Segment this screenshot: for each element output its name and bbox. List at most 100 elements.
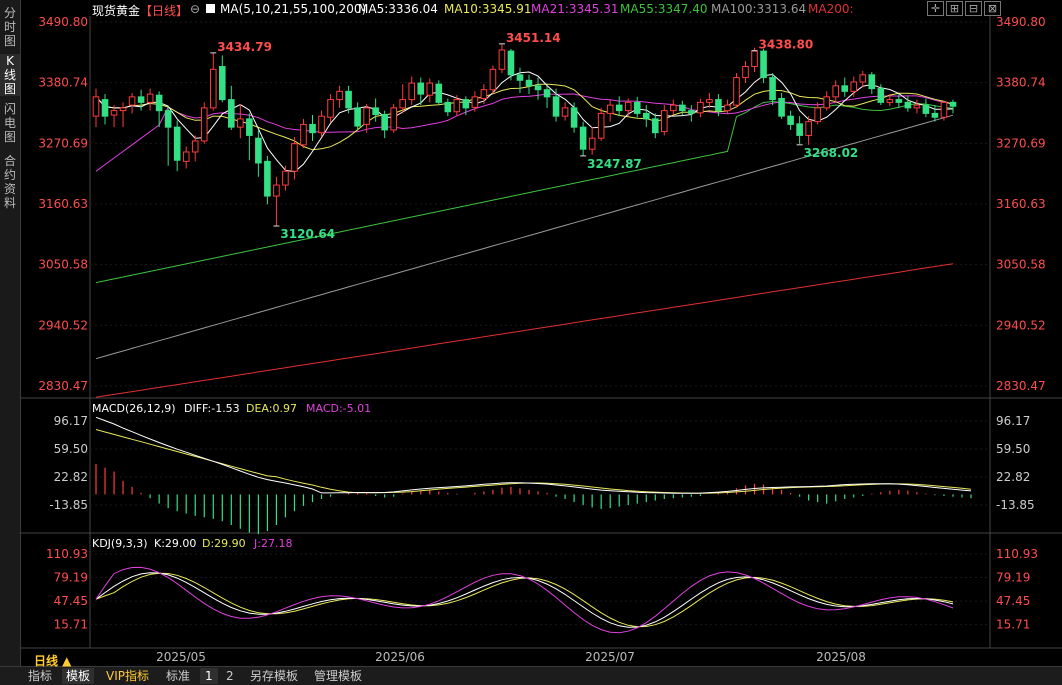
ma55-line <box>95 100 954 284</box>
candle-body <box>435 83 443 103</box>
candle-body <box>606 104 614 114</box>
candle-body <box>859 74 867 83</box>
tab-vip-indicator[interactable]: VIP指标 <box>106 668 149 684</box>
macd-tick-label-right: -13.85 <box>996 498 1035 512</box>
candle-body <box>877 88 885 103</box>
candle-body <box>661 110 668 133</box>
candle-body <box>733 77 740 106</box>
low-price-label: 3268.02 <box>804 146 859 160</box>
candle-body <box>832 85 840 98</box>
candle-body <box>182 151 190 162</box>
macd-dea: DEA:0.97 <box>246 402 297 415</box>
candle-body <box>273 184 280 197</box>
candle-body <box>255 137 262 164</box>
macd-tick-label-right: 59.50 <box>996 442 1030 456</box>
candle-body <box>814 107 821 123</box>
candle-body <box>679 104 686 112</box>
kdj-tick-label-right: 47.45 <box>996 594 1030 608</box>
candle-body <box>552 96 560 117</box>
candle-body <box>408 82 416 101</box>
candle-body <box>895 99 903 103</box>
candle-body <box>805 121 812 136</box>
macd-tick-label-right: 96.17 <box>996 414 1030 428</box>
candle-body <box>191 140 199 153</box>
zoom-in-icon[interactable]: ⊞ <box>946 1 963 16</box>
candle-body <box>670 104 677 112</box>
high-price-label: 3434.79 <box>217 40 272 54</box>
candle-body <box>651 118 659 134</box>
kdj-tick-label-left: 47.45 <box>54 594 88 608</box>
candle-body <box>715 99 722 112</box>
candle-body <box>579 126 587 150</box>
price-tick-label-left: 3160.63 <box>38 197 88 211</box>
price-tick-label-right: 2940.52 <box>996 318 1046 332</box>
bottom-toolbar: 日线 ▲ 指标 模板 VIP指标 标准 1 2 另存模板 管理模板 <box>0 654 1062 685</box>
manage-template-button[interactable]: 管理模板 <box>314 668 362 684</box>
low-price-label: 3120.64 <box>280 227 335 241</box>
candle-body <box>706 99 713 103</box>
candle-body <box>688 110 695 114</box>
candle-body <box>543 89 551 98</box>
ma-label: MA(5,10,21,55,100,200) <box>220 2 367 16</box>
candle-body <box>751 50 758 68</box>
macd-tick-label-left: 96.17 <box>54 414 88 428</box>
tab-page-1[interactable]: 1 <box>200 668 218 684</box>
candle-body <box>940 101 948 118</box>
tab-template[interactable]: 模板 <box>62 668 95 684</box>
price-tick-label-left: 3380.74 <box>38 76 88 90</box>
low-price-label: 3247.87 <box>587 157 642 171</box>
candle-body <box>372 107 379 115</box>
kdj-k: K:29.00 <box>154 537 197 550</box>
macd-diff-line <box>95 416 972 494</box>
tab-page-2[interactable]: 2 <box>226 668 234 684</box>
candle-body <box>309 123 316 134</box>
candle-body <box>336 90 343 101</box>
save-template-button[interactable]: 另存模板 <box>250 668 298 684</box>
settings-icon[interactable]: ⊖ <box>190 2 200 16</box>
macd-tick-label-left: -13.85 <box>49 498 88 512</box>
kdj-tick-label-left: 110.93 <box>46 547 88 561</box>
candle-body <box>363 107 370 125</box>
period-label: 【日线】 <box>140 4 189 18</box>
candle-body <box>823 96 830 109</box>
candle-body <box>931 112 939 118</box>
candle-body <box>570 107 578 128</box>
tab-standard[interactable]: 标准 <box>166 668 190 684</box>
candle-body <box>787 115 794 125</box>
price-tick-label-left: 3490.80 <box>38 15 88 29</box>
ma55-value: MA55:3347.40 <box>620 2 708 16</box>
candle-body <box>345 90 352 109</box>
x-axis-date-label: 2025/08 <box>816 650 866 664</box>
candle-body <box>291 143 298 172</box>
x-axis-date-label: 2025/07 <box>585 650 635 664</box>
price-tick-label-right: 3380.74 <box>996 76 1046 90</box>
candle-body <box>462 99 470 109</box>
candle-body <box>399 99 407 109</box>
candle-body <box>868 74 876 90</box>
tab-indicator[interactable]: 指标 <box>28 668 52 684</box>
fit-view-icon[interactable]: ⊠ <box>984 1 1001 16</box>
candle-body <box>209 68 217 109</box>
price-tick-label-right: 2830.47 <box>996 379 1046 393</box>
candle-body <box>615 104 623 112</box>
price-tick-label-left: 3270.69 <box>38 136 88 150</box>
candle-body <box>724 104 731 112</box>
candle-body <box>949 101 957 107</box>
ma21-value: MA21:3345.31 <box>531 2 619 16</box>
candle-body <box>769 77 776 101</box>
period-switch-button[interactable]: 日线 ▲ <box>34 653 71 669</box>
candle-body <box>642 112 650 120</box>
candle-body <box>218 66 226 101</box>
macd-tick-label-left: 59.50 <box>54 442 88 456</box>
candle-body <box>110 110 118 116</box>
price-tick-label-left: 3050.58 <box>38 258 88 272</box>
kdj-d: D:29.90 <box>202 537 246 550</box>
crosshair-icon[interactable]: ✛ <box>927 1 944 16</box>
candle-body <box>300 123 307 146</box>
candle-body <box>228 99 235 128</box>
candle-body <box>390 107 397 131</box>
zoom-out-icon[interactable]: ⊟ <box>965 1 982 16</box>
candle-body <box>146 93 154 103</box>
kdj-tick-label-right: 15.71 <box>996 618 1030 632</box>
candle-body <box>155 94 163 112</box>
